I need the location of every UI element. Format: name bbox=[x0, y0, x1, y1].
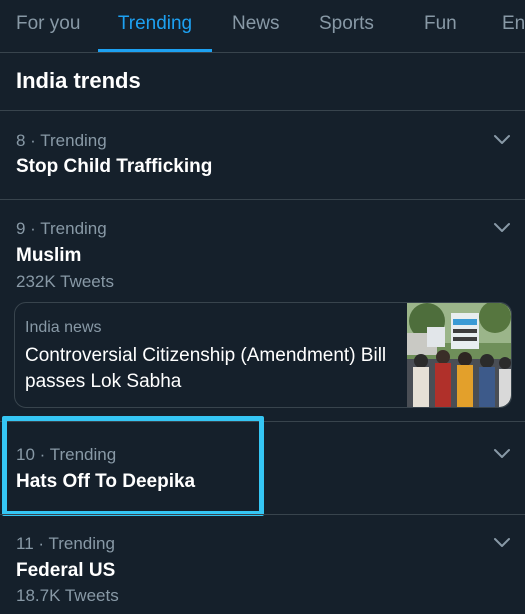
trend-name: Muslim bbox=[16, 245, 82, 266]
section-title: India trends bbox=[16, 68, 141, 93]
tab-fun[interactable]: Fun bbox=[424, 0, 457, 52]
chevron-down-icon[interactable] bbox=[493, 134, 511, 146]
news-card[interactable]: India news Controversial Citizenship (Am… bbox=[14, 302, 512, 408]
chevron-down-icon[interactable] bbox=[493, 448, 511, 460]
active-tab-indicator bbox=[98, 49, 212, 52]
protest-photo-image bbox=[407, 303, 511, 407]
tab-news[interactable]: News bbox=[232, 0, 280, 52]
chevron-down-icon[interactable] bbox=[493, 537, 511, 549]
tweet-count: 18.7K Tweets bbox=[16, 586, 119, 605]
trend-name: Federal US bbox=[16, 560, 116, 581]
tab-trending-label: Trending bbox=[117, 13, 193, 34]
tab-sports[interactable]: Sports bbox=[319, 0, 374, 52]
explore-tab-bar: For you Trending News Sports Fun En bbox=[0, 0, 525, 53]
trend-rank: 9 · Trending bbox=[16, 219, 107, 238]
divider bbox=[0, 110, 525, 111]
tweet-count: 232K Tweets bbox=[16, 272, 114, 291]
trend-name: Stop Child Trafficking bbox=[16, 156, 213, 177]
trend-rank: 8 · Trending bbox=[16, 131, 107, 150]
news-thumbnail bbox=[407, 303, 511, 407]
news-headline: Controversial Citizenship (Amendment) Bi… bbox=[25, 345, 387, 392]
tab-trending[interactable]: Trending bbox=[98, 0, 212, 52]
highlight-annotation-box bbox=[2, 416, 264, 516]
chevron-down-icon[interactable] bbox=[493, 222, 511, 234]
tab-for-you[interactable]: For you bbox=[16, 0, 80, 52]
tab-entertainment[interactable]: En bbox=[502, 0, 525, 52]
divider bbox=[0, 199, 525, 200]
news-source: India news bbox=[25, 319, 102, 336]
divider bbox=[0, 514, 525, 515]
trend-rank: 11 · Trending bbox=[16, 534, 115, 553]
